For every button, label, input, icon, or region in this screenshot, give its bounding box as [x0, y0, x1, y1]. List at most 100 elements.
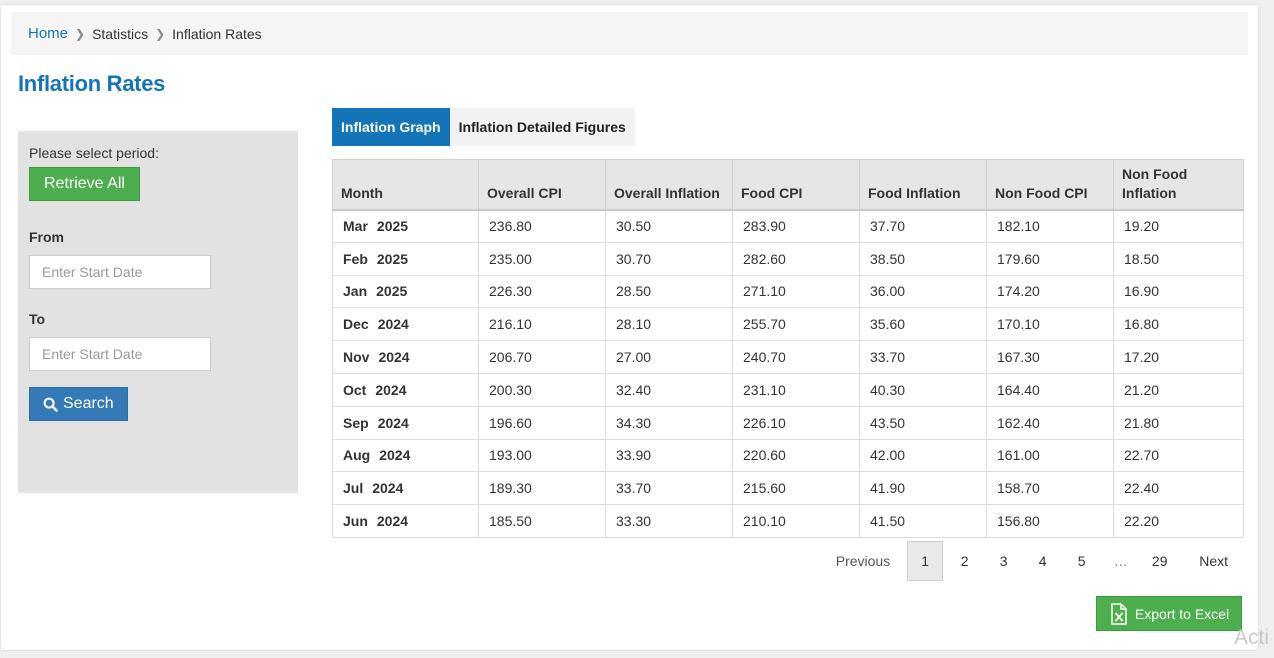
cell-nonfood-cpi: 170.10 [986, 307, 1114, 342]
cell-nonfood-inflation: 21.20 [1113, 372, 1244, 407]
column-header-overall-cpi: Overall CPI [478, 159, 606, 211]
table-row: Oct 2024 200.30 32.40 231.10 40.30 164.40 21.20 [332, 372, 1244, 407]
cell-month-year: 2025 [376, 250, 409, 267]
cell-overall-inflation: 33.90 [605, 438, 733, 473]
cell-month: Dec 2024 [332, 307, 479, 342]
search-button[interactable]: Search [29, 387, 128, 421]
cell-overall-cpi: 193.00 [478, 438, 606, 473]
chevron-right-icon: ❯ [75, 26, 86, 41]
table-row: Sep 2024 196.60 34.30 226.10 43.50 162.40 21.80 [332, 405, 1244, 440]
column-header-food-inflation: Food Inflation [859, 159, 987, 211]
pagination-page-1[interactable]: 1 [907, 541, 944, 581]
cell-food-cpi: 283.90 [732, 209, 860, 243]
pagination-page-last[interactable]: 29 [1140, 541, 1179, 581]
table-row: Nov 2024 206.70 27.00 240.70 33.70 167.30 17.20 [332, 340, 1244, 374]
cell-month-year: 2024 [376, 513, 409, 530]
cell-month-name: Nov [343, 349, 370, 366]
cell-month: Sep 2024 [332, 405, 479, 440]
cell-overall-inflation: 28.10 [605, 307, 733, 342]
export-to-excel-button[interactable]: Export to Excel [1096, 596, 1242, 631]
cell-month: Jun 2024 [332, 504, 479, 538]
cell-nonfood-inflation: 16.90 [1113, 274, 1244, 309]
pagination-page-3[interactable]: 3 [984, 541, 1023, 581]
table-row: Dec 2024 216.10 28.10 255.70 35.60 170.10 16.80 [332, 307, 1244, 342]
cell-month-name: Feb [343, 250, 368, 267]
table-header-row: Month Overall CPI Overall Inflation Food… [332, 159, 1244, 211]
cell-overall-cpi: 196.60 [478, 405, 606, 440]
cell-nonfood-cpi: 179.60 [986, 241, 1114, 276]
from-date-input[interactable] [29, 255, 211, 289]
pagination: Previous 1 2 3 4 5 … 29 Next [819, 541, 1242, 581]
table-row: Jul 2024 189.30 33.70 215.60 41.90 158.70 22.40 [332, 471, 1244, 506]
export-to-excel-label: Export to Excel [1134, 605, 1230, 622]
cell-food-cpi: 255.70 [732, 307, 860, 342]
table-body: Mar 2025 236.80 30.50 283.90 37.70 182.10 19.20… [332, 209, 1244, 538]
cell-overall-inflation: 30.70 [605, 241, 733, 276]
cell-month: Nov 2024 [332, 340, 479, 374]
pagination-next[interactable]: Next [1179, 541, 1242, 581]
pagination-page-2[interactable]: 2 [945, 541, 984, 581]
cell-nonfood-cpi: 156.80 [986, 504, 1114, 538]
cell-nonfood-inflation: 22.40 [1113, 471, 1244, 506]
pagination-page-5[interactable]: 5 [1062, 541, 1101, 581]
breadcrumb-home-link[interactable]: Home [28, 25, 68, 42]
cell-month: Aug 2024 [332, 438, 479, 473]
cell-month-year: 2024 [372, 480, 404, 497]
cell-month-year: 2024 [377, 316, 409, 333]
cell-overall-cpi: 200.30 [478, 372, 606, 407]
cell-nonfood-inflation: 18.50 [1113, 241, 1244, 276]
cell-nonfood-cpi: 174.20 [986, 274, 1114, 309]
cell-month: Oct 2024 [332, 372, 479, 407]
breadcrumb-current: Inflation Rates [172, 25, 262, 42]
cell-overall-inflation: 27.00 [605, 340, 733, 374]
tab-inflation-graph[interactable]: Inflation Graph [332, 108, 450, 146]
to-date-input[interactable] [29, 337, 211, 371]
cell-month-name: Sep [343, 414, 369, 431]
pagination-ellipsis: … [1113, 553, 1128, 569]
cell-food-inflation: 38.50 [859, 241, 987, 276]
retrieve-all-button[interactable]: Retrieve All [29, 167, 140, 201]
tab-inflation-detailed-figures[interactable]: Inflation Detailed Figures [449, 108, 635, 146]
cell-nonfood-cpi: 182.10 [986, 209, 1114, 243]
cell-overall-cpi: 226.30 [478, 274, 606, 309]
cell-nonfood-cpi: 164.40 [986, 372, 1114, 407]
cell-overall-cpi: 189.30 [478, 471, 606, 506]
column-header-food-cpi: Food CPI [732, 159, 860, 211]
activation-watermark: Acti [1234, 626, 1270, 649]
breadcrumb: Home ❯ Statistics ❯ Inflation Rates [11, 12, 1248, 55]
cell-food-inflation: 35.60 [859, 307, 987, 342]
cell-overall-cpi: 206.70 [478, 340, 606, 374]
table-row: Jan 2025 226.30 28.50 271.10 36.00 174.20 16.90 [332, 274, 1244, 309]
cell-overall-inflation: 30.50 [605, 209, 733, 243]
cell-overall-cpi: 235.00 [478, 241, 606, 276]
cell-month-name: Oct [343, 381, 367, 398]
cell-food-inflation: 37.70 [859, 209, 987, 243]
period-prompt: Please select period: [29, 145, 159, 161]
table-row: Feb 2025 235.00 30.70 282.60 38.50 179.60 18.50 [332, 241, 1244, 276]
cell-nonfood-cpi: 167.30 [986, 340, 1114, 374]
cell-food-cpi: 210.10 [732, 504, 860, 538]
cell-month: Jan 2025 [332, 274, 479, 309]
cell-month-year: 2024 [379, 447, 411, 464]
cell-month: Jul 2024 [332, 471, 479, 506]
inflation-table-container: Month Overall CPI Overall Inflation Food… [332, 159, 1244, 538]
page-title: Inflation Rates [18, 71, 166, 96]
table-row: Mar 2025 236.80 30.50 283.90 37.70 182.10 19.20 [332, 209, 1244, 243]
cell-food-inflation: 36.00 [859, 274, 987, 309]
cell-month-year: 2024 [377, 414, 409, 431]
cell-food-inflation: 42.00 [859, 438, 987, 473]
search-icon [43, 397, 58, 412]
table-row: Aug 2024 193.00 33.90 220.60 42.00 161.00 22.70 [332, 438, 1244, 473]
pagination-previous[interactable]: Previous [819, 541, 907, 581]
cell-food-inflation: 41.50 [859, 504, 987, 538]
excel-file-icon [1111, 602, 1127, 625]
cell-food-inflation: 40.30 [859, 372, 987, 407]
cell-month-year: 2024 [378, 349, 410, 366]
cell-month-name: Jan [343, 283, 368, 300]
cell-overall-inflation: 34.30 [605, 405, 733, 440]
cell-overall-cpi: 216.10 [478, 307, 606, 342]
cell-month-name: Mar [343, 218, 368, 235]
pagination-page-4[interactable]: 4 [1023, 541, 1062, 581]
cell-food-cpi: 240.70 [732, 340, 860, 374]
from-label: From [29, 229, 64, 245]
